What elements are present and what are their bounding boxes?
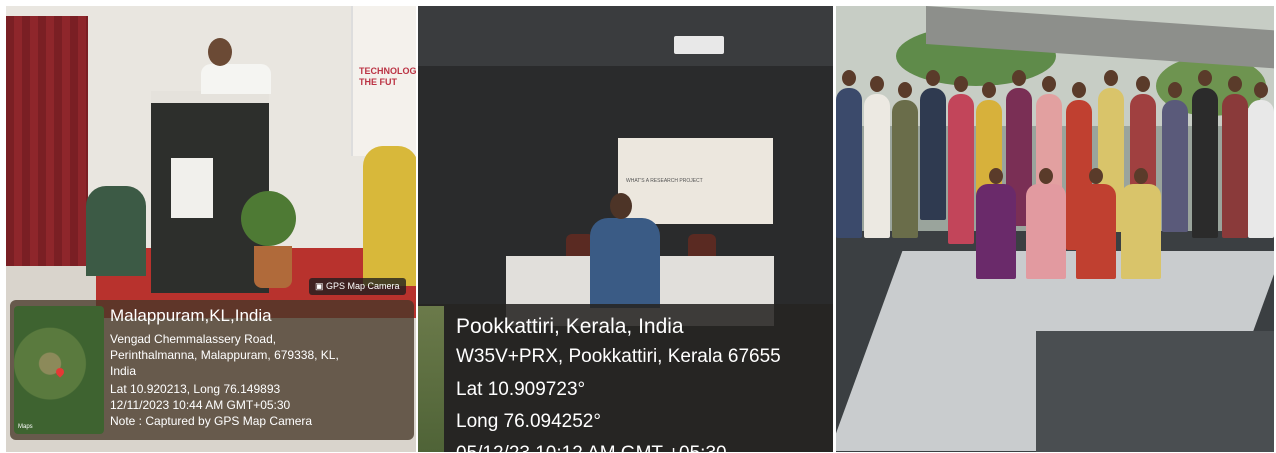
potted-plant bbox=[241, 191, 296, 246]
speaker-head bbox=[610, 193, 632, 219]
seated-person bbox=[1121, 184, 1161, 279]
seated-person bbox=[86, 186, 146, 276]
person-head bbox=[926, 70, 940, 86]
person-head bbox=[1042, 76, 1056, 92]
map-pin-icon bbox=[54, 366, 66, 378]
standing-person bbox=[1162, 100, 1188, 232]
floor-tile bbox=[1036, 331, 1274, 452]
person-head bbox=[842, 70, 856, 86]
standing-person bbox=[1192, 88, 1218, 238]
slide-title: WHAT'S A RESEARCH PROJECT bbox=[626, 178, 703, 184]
person-head bbox=[1198, 70, 1212, 86]
podium-emblem bbox=[171, 158, 213, 218]
podium bbox=[151, 91, 269, 293]
standing-person bbox=[948, 94, 974, 244]
standing-person bbox=[892, 100, 918, 238]
gps-camera-tag-text: GPS Map Camera bbox=[326, 281, 400, 291]
person-head bbox=[1089, 168, 1103, 184]
gps-info-box: Maps Malappuram,KL,India Vengad Chemmala… bbox=[10, 300, 414, 440]
person-head bbox=[1254, 82, 1268, 98]
person-head bbox=[989, 168, 1003, 184]
plant-pot bbox=[254, 246, 292, 288]
capture-note: Note : Captured by GPS Map Camera bbox=[110, 414, 313, 428]
standing-person bbox=[1222, 94, 1248, 238]
seated-person bbox=[1026, 184, 1066, 279]
photo-group bbox=[836, 6, 1274, 452]
person-head bbox=[1228, 76, 1242, 92]
map-label: Maps bbox=[18, 424, 33, 430]
datetime: 05/12/23 10:12 AM GMT +05:30 bbox=[456, 443, 727, 452]
map-thumbnail: Maps bbox=[14, 306, 104, 434]
gps-camera-tag: ▣ GPS Map Camera bbox=[309, 278, 406, 295]
person-head bbox=[1134, 168, 1148, 184]
person-head bbox=[1104, 70, 1118, 86]
person-head bbox=[982, 82, 996, 98]
red-curtain bbox=[6, 16, 88, 266]
person-head bbox=[1012, 70, 1026, 86]
latitude: Lat 10.909723° bbox=[456, 379, 586, 400]
seated-person bbox=[1076, 184, 1116, 279]
person-head bbox=[1136, 76, 1150, 92]
address-line-2: Perinthalmanna, Malappuram, 679338, KL, bbox=[110, 348, 339, 362]
longitude: Long 76.094252° bbox=[456, 411, 601, 432]
speaker-head bbox=[208, 38, 232, 66]
speaker-body bbox=[590, 218, 660, 308]
seated-person bbox=[976, 184, 1016, 279]
ceiling bbox=[418, 6, 833, 66]
gps-camera-icon: ▣ bbox=[315, 281, 327, 291]
person-head bbox=[898, 82, 912, 98]
person-head bbox=[1072, 82, 1086, 98]
projection-screen: WHAT'S A RESEARCH PROJECT bbox=[618, 138, 773, 224]
person-head bbox=[870, 76, 884, 92]
standing-person bbox=[1248, 100, 1274, 238]
address-line-1: W35V+PRX, Pookkattiri, Kerala 67655 bbox=[456, 346, 781, 367]
datetime: 12/11/2023 10:44 AM GMT+05:30 bbox=[110, 398, 291, 412]
standing-person bbox=[836, 88, 862, 238]
person-head bbox=[1039, 168, 1053, 184]
person-head bbox=[1168, 82, 1182, 98]
lat-long: Lat 10.920213, Long 76.149893 bbox=[110, 382, 281, 396]
location-title: Pookkattiri, Kerala, India bbox=[456, 315, 684, 338]
address-line-3: India bbox=[110, 364, 137, 378]
seated-guest bbox=[363, 146, 416, 286]
person-head bbox=[954, 76, 968, 92]
event-banner: TECHNOLOG THE FUT bbox=[351, 6, 416, 156]
location-title: Malappuram,KL,India bbox=[110, 306, 272, 325]
banner-text: TECHNOLOG THE FUT bbox=[359, 66, 416, 87]
photo-hall-talk: WHAT'S A RESEARCH PROJECT Pookkattiri, K… bbox=[418, 6, 833, 452]
standing-person bbox=[864, 94, 890, 238]
projector bbox=[674, 36, 724, 54]
standing-person bbox=[920, 88, 946, 220]
photo-stage-lecture: TECHNOLOG THE FUT ▣ GPS Map Camera Maps … bbox=[6, 6, 416, 452]
address-line-1: Vengad Chemmalassery Road, bbox=[110, 332, 277, 346]
map-thumbnail bbox=[418, 306, 444, 452]
speaker-body bbox=[201, 64, 271, 94]
chair bbox=[688, 234, 716, 258]
